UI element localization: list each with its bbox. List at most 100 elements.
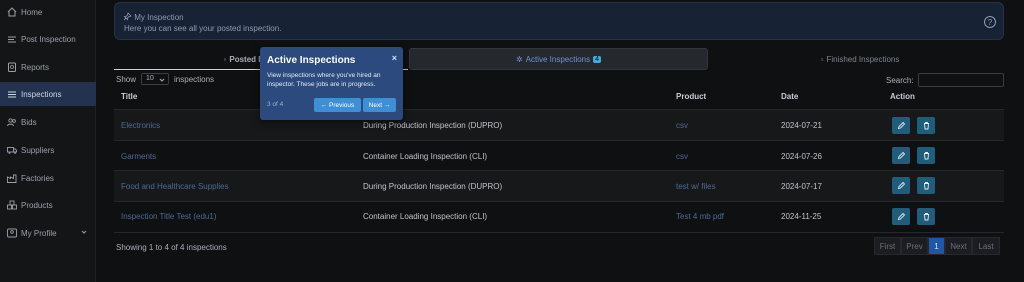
sidebar-item-label: Products bbox=[21, 200, 53, 210]
page-first-button[interactable]: First bbox=[874, 237, 901, 255]
sidebar-item-post-inspection[interactable]: Post Inspection bbox=[0, 27, 96, 51]
gear-icon: ✲ bbox=[515, 54, 523, 64]
chevron-down-icon bbox=[159, 78, 165, 82]
inspection-type: During Production Inspection (DUPRO) bbox=[363, 121, 503, 130]
edit-icon bbox=[897, 151, 905, 160]
table-row bbox=[114, 110, 1004, 140]
sidebar-item-home[interactable]: Home bbox=[0, 0, 96, 24]
search-control: Search: bbox=[886, 73, 1004, 87]
inspection-type: Container Loading Inspection (CLI) bbox=[363, 212, 488, 221]
edit-icon bbox=[897, 121, 905, 130]
page-length-select[interactable]: 10 bbox=[141, 73, 170, 85]
product-link[interactable]: csv bbox=[676, 121, 688, 130]
edit-button[interactable] bbox=[892, 117, 910, 134]
edit-button[interactable] bbox=[892, 177, 910, 194]
page-next-button[interactable]: Next bbox=[945, 237, 972, 255]
sidebar-item-label: My Profile bbox=[21, 228, 57, 238]
sidebar-item-label: Inspections bbox=[21, 89, 62, 99]
sidebar-item-bids[interactable]: Bids bbox=[0, 110, 96, 134]
inspection-type: During Production Inspection (DUPRO) bbox=[363, 182, 503, 191]
page-1-button[interactable]: 1 bbox=[928, 237, 945, 255]
delete-button[interactable] bbox=[917, 147, 935, 164]
inspection-date: 2024-11-25 bbox=[781, 212, 822, 221]
inspection-title-link[interactable]: Electronics bbox=[121, 121, 160, 130]
product-link[interactable]: Test 4 mb pdf bbox=[676, 212, 724, 221]
sidebar-item-label: Home bbox=[21, 7, 43, 17]
product-link[interactable]: test w/ files bbox=[676, 182, 716, 191]
pagination: First Prev 1 Next Last bbox=[874, 237, 1000, 255]
page-length-control: Show 10 inspections bbox=[116, 73, 215, 85]
column-header-date[interactable]: Date bbox=[781, 92, 798, 101]
inspection-title-link[interactable]: Food and Healthcare Supplies bbox=[121, 182, 229, 191]
document-icon: ▫ bbox=[223, 54, 227, 64]
table-row bbox=[114, 171, 1004, 201]
close-icon[interactable]: × bbox=[392, 53, 397, 63]
tab-active-inspections[interactable]: ✲ Active Inspections 4 bbox=[409, 48, 708, 70]
factory-icon bbox=[7, 174, 17, 183]
product-link[interactable]: csv bbox=[676, 152, 688, 161]
list-icon bbox=[8, 91, 16, 98]
inspection-date: 2024-07-21 bbox=[781, 121, 822, 130]
sidebar: Home Post Inspection Reports Inspections… bbox=[0, 0, 96, 282]
sidebar-item-factories[interactable]: Factories bbox=[0, 166, 96, 190]
search-input[interactable] bbox=[917, 73, 1004, 87]
delete-button[interactable] bbox=[917, 208, 935, 225]
sidebar-item-suppliers[interactable]: Suppliers bbox=[0, 138, 96, 162]
pin-icon bbox=[123, 12, 132, 21]
inspection-date: 2024-07-17 bbox=[781, 182, 822, 191]
sidebar-item-label: Suppliers bbox=[21, 145, 55, 155]
sidebar-item-my-profile[interactable]: My Profile bbox=[0, 221, 96, 245]
home-icon bbox=[7, 7, 17, 17]
trash-icon bbox=[923, 122, 929, 130]
delete-button[interactable] bbox=[917, 177, 935, 194]
page-header-banner: My Inspection Here you can see all your … bbox=[114, 2, 1004, 40]
row-divider bbox=[114, 232, 1004, 233]
column-header-product[interactable]: Product bbox=[676, 92, 706, 101]
page-title: My Inspection bbox=[123, 12, 184, 22]
tour-progress: 3 of 4 bbox=[267, 101, 284, 108]
help-icon[interactable]: ? bbox=[984, 16, 996, 28]
tour-previous-button[interactable]: ← Previous bbox=[314, 98, 361, 112]
active-count-badge: 4 bbox=[593, 55, 602, 63]
sidebar-item-label: Reports bbox=[21, 62, 50, 72]
page-subtitle: Here you can see all your posted inspect… bbox=[124, 24, 282, 33]
edit-button[interactable] bbox=[892, 147, 910, 164]
sidebar-item-label: Factories bbox=[21, 173, 54, 183]
inspection-title-link[interactable]: Garments bbox=[121, 152, 156, 161]
archive-icon: ▫ bbox=[820, 54, 824, 64]
sidebar-item-products[interactable]: Products bbox=[0, 193, 96, 217]
edit-icon bbox=[897, 181, 905, 190]
page-last-button[interactable]: Last bbox=[972, 237, 1000, 255]
tab-finished-inspections[interactable]: ▫ Finished Inspections bbox=[716, 48, 1004, 70]
trash-icon bbox=[923, 213, 929, 221]
delete-button[interactable] bbox=[917, 117, 935, 134]
trash-icon bbox=[923, 152, 929, 160]
row-divider bbox=[114, 140, 1004, 141]
column-header-title[interactable]: Title bbox=[121, 92, 137, 101]
inspection-title-link[interactable]: Inspection Title Test (edu1) bbox=[121, 212, 216, 221]
tour-description: View inspections where you've hired an i… bbox=[267, 72, 381, 88]
tour-popover: Active Inspections × View inspections wh… bbox=[260, 47, 403, 120]
sidebar-item-label: Bids bbox=[21, 117, 37, 127]
page-prev-button[interactable]: Prev bbox=[901, 237, 928, 255]
report-icon bbox=[8, 62, 16, 72]
table-info: Showing 1 to 4 of 4 inspections bbox=[116, 243, 227, 252]
users-icon bbox=[7, 118, 16, 127]
chevron-down-icon bbox=[81, 230, 87, 234]
sidebar-item-label: Post Inspection bbox=[21, 34, 76, 44]
truck-icon bbox=[7, 147, 17, 154]
inspection-date: 2024-07-26 bbox=[781, 152, 822, 161]
edit-icon bbox=[897, 212, 905, 221]
tour-next-button[interactable]: Next → bbox=[363, 98, 396, 112]
list-icon bbox=[8, 36, 16, 43]
inspection-type: Container Loading Inspection (CLI) bbox=[363, 152, 488, 161]
profile-icon bbox=[7, 228, 17, 238]
main-content: My Inspection Here you can see all your … bbox=[96, 0, 1024, 282]
tour-title: Active Inspections bbox=[267, 55, 356, 66]
column-header-action: Action bbox=[890, 92, 915, 101]
edit-button[interactable] bbox=[892, 208, 910, 225]
sidebar-item-inspections[interactable]: Inspections bbox=[0, 82, 96, 106]
row-divider bbox=[114, 201, 1004, 202]
sidebar-item-reports[interactable]: Reports bbox=[0, 55, 96, 79]
trash-icon bbox=[923, 182, 929, 190]
